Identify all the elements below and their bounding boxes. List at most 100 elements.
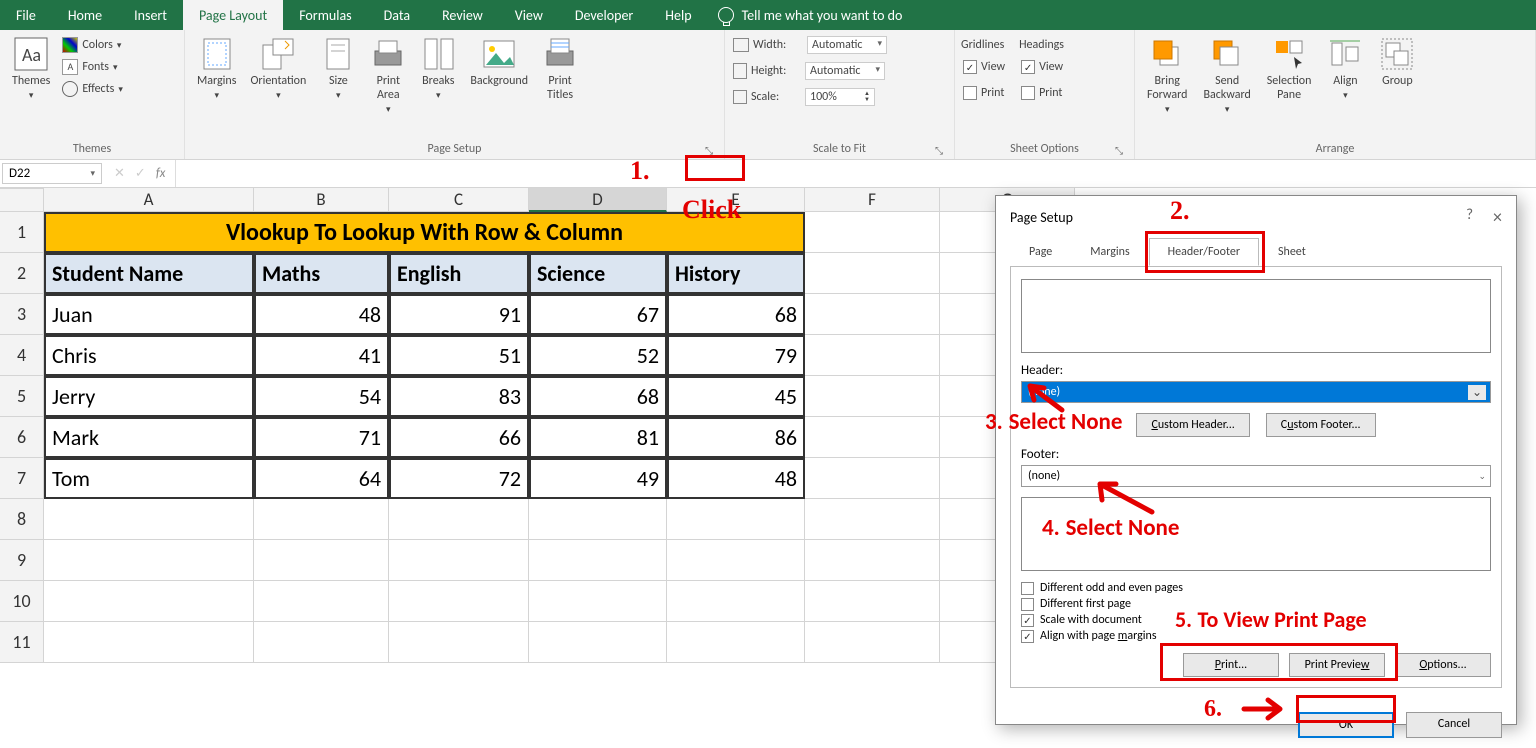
cell[interactable] bbox=[805, 622, 940, 663]
tab-formulas[interactable]: Formulas bbox=[283, 0, 367, 30]
fx-icon[interactable]: fx bbox=[156, 166, 166, 181]
orientation-button[interactable]: Orientation▾ bbox=[244, 34, 312, 103]
tab-file[interactable]: File bbox=[0, 0, 52, 30]
row-header-8[interactable]: 8 bbox=[0, 499, 44, 540]
background-button[interactable]: Background bbox=[464, 34, 534, 90]
tab-help[interactable]: Help bbox=[649, 0, 707, 30]
custom-footer-button[interactable]: Custom Footer... bbox=[1266, 413, 1376, 437]
cancel-formula-icon[interactable]: ✕ bbox=[114, 166, 125, 181]
cell[interactable] bbox=[44, 499, 254, 540]
cell[interactable] bbox=[805, 212, 940, 253]
size-button[interactable]: Size▾ bbox=[314, 34, 362, 103]
effects-button[interactable]: Effects▾ bbox=[60, 78, 124, 100]
col-header-B[interactable]: B bbox=[254, 188, 389, 212]
cell[interactable] bbox=[805, 376, 940, 417]
row-header-5[interactable]: 5 bbox=[0, 376, 44, 417]
cell[interactable]: 86 bbox=[667, 417, 805, 458]
dialog-close-button[interactable]: × bbox=[1493, 206, 1502, 228]
cell[interactable]: Science bbox=[529, 253, 667, 294]
cell[interactable]: 83 bbox=[389, 376, 529, 417]
selection-pane-button[interactable]: Selection Pane bbox=[1261, 34, 1318, 117]
cell[interactable] bbox=[389, 581, 529, 622]
cell[interactable] bbox=[667, 622, 805, 663]
row-header-4[interactable]: 4 bbox=[0, 335, 44, 376]
cell[interactable] bbox=[254, 499, 389, 540]
cell[interactable] bbox=[389, 499, 529, 540]
cell[interactable]: 81 bbox=[529, 417, 667, 458]
col-header-D[interactable]: D bbox=[529, 188, 667, 212]
cell[interactable] bbox=[529, 581, 667, 622]
row-header-10[interactable]: 10 bbox=[0, 581, 44, 622]
cell[interactable]: 66 bbox=[389, 417, 529, 458]
cell[interactable]: 41 bbox=[254, 335, 389, 376]
print-area-button[interactable]: Print Area▾ bbox=[364, 34, 412, 117]
col-header-F[interactable]: F bbox=[805, 188, 940, 212]
cell[interactable] bbox=[44, 540, 254, 581]
cell[interactable]: Chris bbox=[44, 335, 254, 376]
row-header-9[interactable]: 9 bbox=[0, 540, 44, 581]
bring-forward-button[interactable]: Bring Forward▾ bbox=[1141, 34, 1193, 117]
cell[interactable]: 72 bbox=[389, 458, 529, 499]
headings-print-checkbox[interactable]: Print bbox=[1019, 82, 1065, 104]
cell[interactable] bbox=[805, 499, 940, 540]
row-header-2[interactable]: 2 bbox=[0, 253, 44, 294]
cell[interactable]: Tom bbox=[44, 458, 254, 499]
cell[interactable] bbox=[529, 622, 667, 663]
cell[interactable] bbox=[254, 622, 389, 663]
send-backward-button[interactable]: Send Backward▾ bbox=[1197, 34, 1256, 117]
cell[interactable]: 79 bbox=[667, 335, 805, 376]
cell[interactable] bbox=[805, 540, 940, 581]
width-dropdown[interactable]: Automatic▾ bbox=[807, 36, 887, 54]
row-header-7[interactable]: 7 bbox=[0, 458, 44, 499]
cell[interactable]: 64 bbox=[254, 458, 389, 499]
gridlines-view-checkbox[interactable]: ✓View bbox=[961, 56, 1007, 78]
cell[interactable] bbox=[389, 540, 529, 581]
cell[interactable] bbox=[529, 499, 667, 540]
cell[interactable] bbox=[805, 417, 940, 458]
height-dropdown[interactable]: Automatic▾ bbox=[805, 62, 885, 80]
tab-home[interactable]: Home bbox=[52, 0, 118, 30]
scale-launcher[interactable]: ⤡ bbox=[932, 143, 946, 157]
custom-header-button[interactable]: Custom Header... bbox=[1136, 413, 1249, 437]
formula-input[interactable] bbox=[175, 160, 1536, 187]
cell[interactable]: 91 bbox=[389, 294, 529, 335]
headings-view-checkbox[interactable]: ✓View bbox=[1019, 56, 1065, 78]
cell[interactable] bbox=[254, 581, 389, 622]
dialog-tab-margins[interactable]: Margins bbox=[1071, 238, 1148, 266]
cell[interactable]: 48 bbox=[254, 294, 389, 335]
tab-developer[interactable]: Developer bbox=[559, 0, 649, 30]
cell[interactable]: 49 bbox=[529, 458, 667, 499]
cell[interactable] bbox=[667, 499, 805, 540]
dialog-tab-page[interactable]: Page bbox=[1010, 238, 1071, 266]
cell[interactable]: 54 bbox=[254, 376, 389, 417]
cell[interactable]: 68 bbox=[667, 294, 805, 335]
sheet-options-launcher[interactable]: ⤡ bbox=[1112, 143, 1126, 157]
cell[interactable] bbox=[44, 622, 254, 663]
tab-insert[interactable]: Insert bbox=[118, 0, 183, 30]
dialog-help-button[interactable]: ? bbox=[1466, 206, 1473, 228]
cell[interactable]: 45 bbox=[667, 376, 805, 417]
row-header-6[interactable]: 6 bbox=[0, 417, 44, 458]
gridlines-print-checkbox[interactable]: Print bbox=[961, 82, 1007, 104]
cell[interactable]: Student Name bbox=[44, 253, 254, 294]
group-button[interactable]: Group bbox=[1373, 34, 1421, 117]
cell[interactable]: 52 bbox=[529, 335, 667, 376]
header-dropdown[interactable]: (none)⌄ bbox=[1021, 381, 1491, 403]
row-header-3[interactable]: 3 bbox=[0, 294, 44, 335]
cell[interactable]: Maths bbox=[254, 253, 389, 294]
name-box[interactable]: D22▾ bbox=[2, 163, 102, 184]
options-button[interactable]: Options... bbox=[1395, 653, 1491, 677]
cell[interactable] bbox=[667, 581, 805, 622]
align-button[interactable]: Align▾ bbox=[1321, 34, 1369, 117]
cell[interactable]: 51 bbox=[389, 335, 529, 376]
tab-page-layout[interactable]: Page Layout bbox=[183, 0, 283, 30]
cell[interactable] bbox=[805, 335, 940, 376]
cell[interactable]: 68 bbox=[529, 376, 667, 417]
tab-view[interactable]: View bbox=[499, 0, 559, 30]
col-header-A[interactable]: A bbox=[44, 188, 254, 212]
themes-button[interactable]: Aa Themes▾ bbox=[6, 34, 56, 103]
cell[interactable] bbox=[805, 581, 940, 622]
scale-spinner[interactable]: 100%▲▼ bbox=[805, 88, 875, 106]
cell[interactable]: Mark bbox=[44, 417, 254, 458]
cell[interactable]: 67 bbox=[529, 294, 667, 335]
